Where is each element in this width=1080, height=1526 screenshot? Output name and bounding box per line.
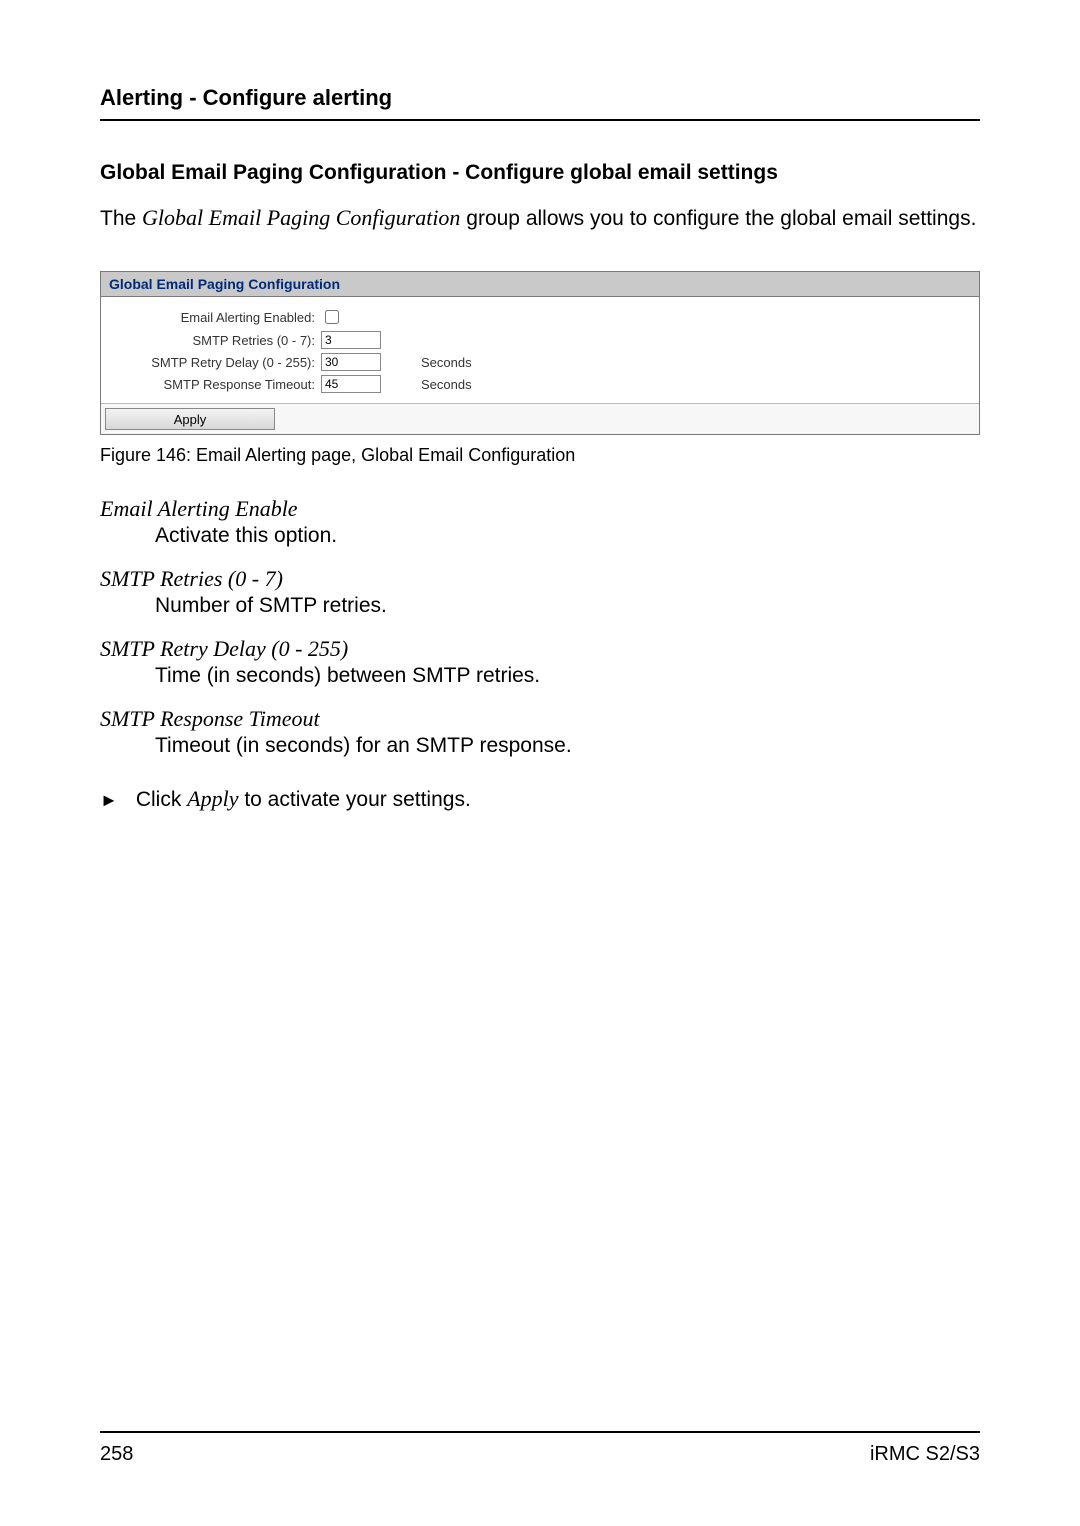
input-smtp-timeout[interactable] bbox=[321, 375, 381, 393]
def-term: Email Alerting Enable bbox=[100, 496, 980, 522]
action-prefix: Click bbox=[136, 788, 187, 811]
def-desc: Number of SMTP retries. bbox=[155, 594, 980, 618]
input-smtp-delay[interactable] bbox=[321, 353, 381, 371]
def-desc: Time (in seconds) between SMTP retries. bbox=[155, 664, 980, 688]
row-email-enabled: Email Alerting Enabled: bbox=[111, 307, 969, 327]
config-panel: Global Email Paging Configuration Email … bbox=[100, 271, 980, 435]
def-term: SMTP Retry Delay (0 - 255) bbox=[100, 636, 980, 662]
def-term: SMTP Response Timeout bbox=[100, 706, 980, 732]
panel-body: Email Alerting Enabled: SMTP Retries (0 … bbox=[101, 297, 979, 403]
triangle-bullet-icon: ► bbox=[100, 786, 118, 814]
def-desc: Activate this option. bbox=[155, 524, 980, 548]
panel-footer: Apply bbox=[101, 403, 979, 434]
intro-suffix: group allows you to configure the global… bbox=[460, 207, 976, 230]
footer-rule bbox=[100, 1431, 980, 1433]
action-suffix: to activate your settings. bbox=[239, 788, 471, 811]
page-header-title: Alerting - Configure alerting bbox=[100, 85, 980, 111]
page-container: Alerting - Configure alerting Global Ema… bbox=[0, 0, 1080, 1526]
label-smtp-retries: SMTP Retries (0 - 7): bbox=[111, 333, 321, 348]
figure-caption: Figure 146: Email Alerting page, Global … bbox=[100, 445, 980, 466]
action-italic: Apply bbox=[187, 786, 238, 811]
page-footer: 258 iRMC S2/S3 bbox=[100, 1431, 980, 1466]
panel-title: Global Email Paging Configuration bbox=[101, 272, 979, 297]
def-term: SMTP Retries (0 - 7) bbox=[100, 566, 980, 592]
section-heading: Global Email Paging Configuration - Conf… bbox=[100, 161, 980, 185]
row-smtp-delay: SMTP Retry Delay (0 - 255): Seconds bbox=[111, 353, 969, 371]
intro-italic: Global Email Paging Configuration bbox=[142, 205, 460, 230]
header-rule bbox=[100, 119, 980, 121]
definition-list: Email Alerting Enable Activate this opti… bbox=[100, 496, 980, 758]
input-smtp-retries[interactable] bbox=[321, 331, 381, 349]
label-email-enabled: Email Alerting Enabled: bbox=[111, 310, 321, 325]
def-desc: Timeout (in seconds) for an SMTP respons… bbox=[155, 734, 980, 758]
page-number: 258 bbox=[100, 1443, 133, 1466]
intro-prefix: The bbox=[100, 207, 142, 230]
label-smtp-delay: SMTP Retry Delay (0 - 255): bbox=[111, 355, 321, 370]
unit-smtp-timeout: Seconds bbox=[421, 377, 472, 392]
intro-paragraph: The Global Email Paging Configuration gr… bbox=[100, 203, 980, 233]
doc-id: iRMC S2/S3 bbox=[870, 1443, 980, 1466]
apply-button[interactable]: Apply bbox=[105, 408, 275, 430]
checkbox-email-enabled[interactable] bbox=[325, 310, 339, 324]
row-smtp-retries: SMTP Retries (0 - 7): bbox=[111, 331, 969, 349]
action-text: Click Apply to activate your settings. bbox=[136, 786, 471, 812]
action-line: ► Click Apply to activate your settings. bbox=[100, 786, 980, 814]
unit-smtp-delay: Seconds bbox=[421, 355, 472, 370]
label-smtp-timeout: SMTP Response Timeout: bbox=[111, 377, 321, 392]
row-smtp-timeout: SMTP Response Timeout: Seconds bbox=[111, 375, 969, 393]
